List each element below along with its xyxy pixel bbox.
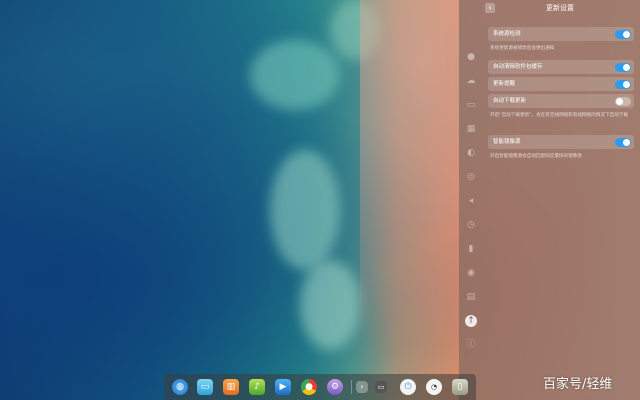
setting-row-smart-mirror: 智能镜像源 [488,135,634,149]
setting-label: 自动清除软件包缓存 [493,64,543,70]
setting-row-auto-download: 自动下载更新 [488,94,634,108]
clear-cache-toggle[interactable] [615,62,631,72]
trash-icon[interactable]: ▯ [452,379,468,395]
setting-label: 自动下载更新 [493,98,527,104]
setting-description: 系统更新源被修改后会弹出通知 [490,46,555,51]
setting-row-source-check: 系统源检测 [488,27,634,41]
video-icon[interactable]: ▶ [275,379,291,395]
network-icon[interactable]: ◎ [466,172,476,182]
chrome-icon[interactable]: ● [301,379,317,395]
setting-row-clear-cache: 自动清除软件包缓存 [488,60,634,74]
power-icon[interactable]: ▮ [466,244,476,254]
account-icon[interactable]: ● [466,52,476,62]
arrow-icon[interactable]: › [356,381,368,393]
display-icon[interactable]: ▭ [466,100,476,110]
cloud-icon[interactable]: ☁ [466,76,476,86]
setting-row-update-notify: 更新提醒 [488,77,634,91]
update-notify-toggle[interactable] [615,79,631,89]
setting-label: 更新提醒 [493,81,516,87]
source-check-toggle[interactable] [615,29,631,39]
time-icon[interactable]: ◷ [466,220,476,230]
music-icon[interactable]: ♪ [249,379,265,395]
sound-icon[interactable]: ◂ [466,196,476,206]
settings-icon[interactable]: ⚙ [327,379,343,395]
terminal-icon[interactable]: ▭ [375,381,387,393]
auto-download-toggle[interactable] [615,96,631,106]
dock: ◍ ▭ ▥ ♪ ▶ ● ⚙ › ▭ ⏻ ◔ ▯ [164,374,476,400]
page-title: 更新设置 [546,4,574,12]
info-icon[interactable]: ⓘ [466,340,476,350]
update-icon[interactable]: ↑ [465,315,477,327]
power-icon[interactable]: ⏻ [400,379,416,395]
mouse-icon[interactable]: ◉ [466,268,476,278]
app-store-icon[interactable]: ▥ [223,379,239,395]
setting-description: 开启智能镜像源会自动匹配响应最快的镜像源 [490,154,582,159]
setting-description: 开启“自动下载更新”，会在有无线网络和有线网络的情况下自动下载 [490,113,628,118]
keyboard-icon[interactable]: ▤ [466,292,476,302]
launcher-icon[interactable]: ◍ [172,379,188,395]
setting-label: 智能镜像源 [493,139,521,145]
watermark: 百家号/轻维 [543,377,613,392]
calendar-icon[interactable]: ▦ [466,124,476,134]
file-manager-icon[interactable]: ▭ [197,379,213,395]
smart-mirror-toggle[interactable] [615,137,631,147]
setting-label: 系统源检测 [493,31,521,37]
dock-separator [351,380,352,394]
personalization-icon[interactable]: ◐ [466,148,476,158]
network-monitor-icon[interactable]: ◔ [426,379,442,395]
back-button[interactable]: ‹ [485,3,495,13]
